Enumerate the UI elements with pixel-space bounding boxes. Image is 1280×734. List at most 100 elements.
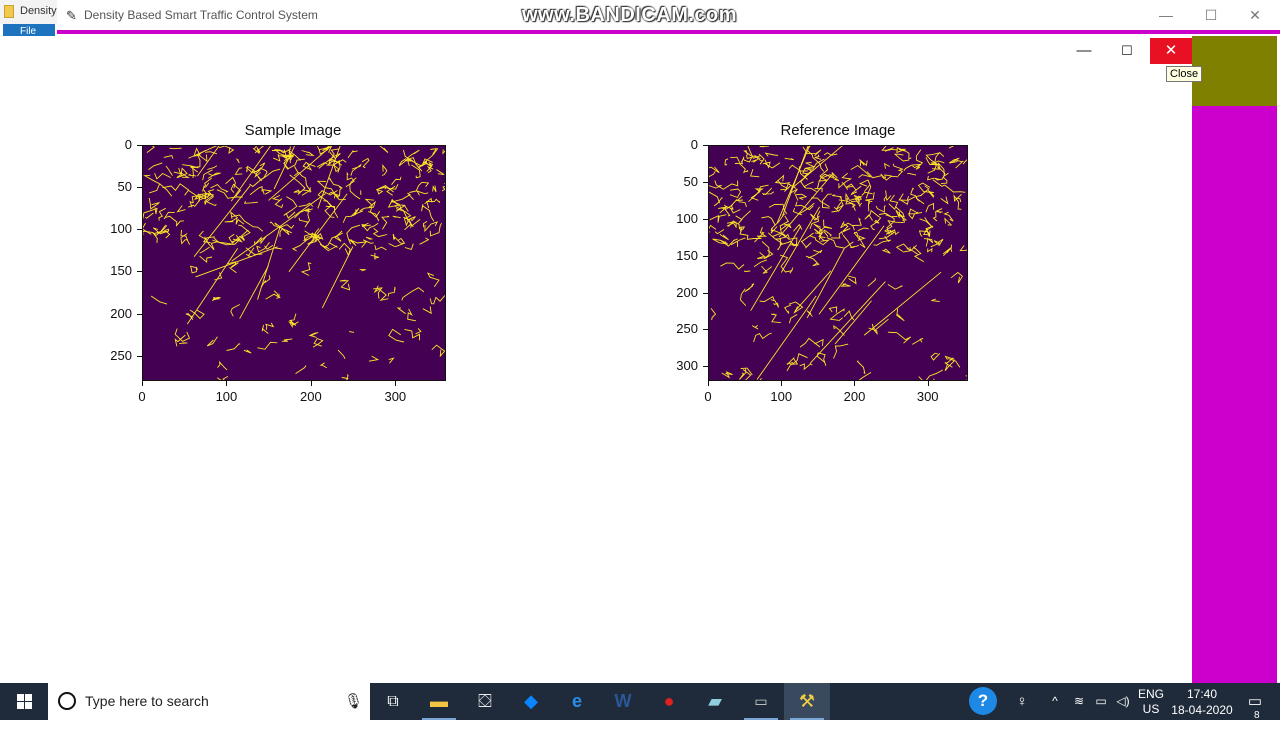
- edge-stroke: [219, 146, 233, 153]
- left-xtick-mark: [311, 381, 312, 386]
- edge-stroke: [935, 153, 945, 163]
- edge-stroke: [398, 308, 406, 314]
- start-button[interactable]: [0, 683, 48, 720]
- figure-close-button[interactable]: ✕: [1150, 38, 1192, 64]
- edge-stroke: [829, 307, 836, 313]
- edge-stroke: [852, 186, 862, 194]
- search-box[interactable]: Type here to search 🎙: [48, 683, 370, 720]
- edge-stroke: [294, 166, 298, 175]
- minimize-button[interactable]: —: [1151, 4, 1181, 26]
- left-ytick-label: 200: [102, 306, 132, 321]
- task-view-icon[interactable]: ⧉: [370, 683, 416, 720]
- edge-stroke: [736, 211, 751, 224]
- edge-stroke: [343, 209, 356, 223]
- store-icon[interactable]: ⛋: [462, 683, 508, 720]
- clock[interactable]: 17:40 18-04-2020: [1170, 683, 1234, 720]
- edge-stroke: [785, 158, 794, 159]
- right-xtick-label: 300: [908, 389, 948, 404]
- taskbar: Type here to search 🎙 ⧉ ▬ ⛋ ◆ e W ● ▰ ▭ …: [0, 683, 1280, 720]
- edge-stroke: [776, 176, 791, 184]
- background-menu-file[interactable]: File: [3, 24, 55, 36]
- notification-icon[interactable]: ▭8: [1240, 683, 1270, 720]
- notepad-icon[interactable]: ▰: [692, 683, 738, 720]
- terminal-icon[interactable]: ▭: [738, 683, 784, 720]
- edge-stroke: [752, 325, 758, 329]
- battery-icon[interactable]: ▭: [1090, 683, 1112, 720]
- chevron-up-icon[interactable]: ^: [1045, 683, 1065, 720]
- edge-stroke: [147, 146, 154, 153]
- edge-stroke: [963, 160, 967, 165]
- left-xtick-mark: [142, 381, 143, 386]
- edge-stroke: [822, 175, 839, 181]
- edge-stroke: [876, 206, 886, 212]
- edge-stroke: [149, 163, 163, 170]
- edge-stroke: [349, 240, 366, 248]
- windows-logo-icon: [0, 683, 48, 720]
- document-icon: [4, 5, 14, 18]
- file-explorer-icon[interactable]: ▬: [416, 683, 462, 720]
- edge-stroke: [393, 216, 401, 218]
- edge-stroke: [389, 329, 404, 342]
- edge-stroke: [339, 243, 350, 255]
- right-ytick-label: 0: [668, 137, 698, 152]
- edge-stroke: [710, 215, 727, 223]
- left-plot-title: Sample Image: [142, 122, 444, 139]
- edge-stroke: [780, 226, 789, 238]
- background-app-titlebar[interactable]: Density: [0, 0, 60, 24]
- edge-stroke: [960, 241, 968, 251]
- edge-stroke: [151, 296, 167, 304]
- people-icon[interactable]: ♀: [1010, 683, 1034, 720]
- edge-stroke: [933, 212, 942, 221]
- dropbox-icon[interactable]: ◆: [508, 683, 554, 720]
- edge-stroke: [428, 273, 439, 287]
- close-tooltip: Close: [1166, 66, 1202, 82]
- edge-stroke: [949, 160, 963, 169]
- left-ytick-mark: [137, 187, 142, 188]
- edge-stroke: [933, 180, 965, 193]
- edge-stroke: [882, 249, 890, 253]
- volume-icon[interactable]: ◁): [1112, 683, 1134, 720]
- left-xtick-mark: [226, 381, 227, 386]
- edge-stroke: [351, 165, 361, 176]
- edge-stroke: [313, 339, 323, 348]
- edge-stroke: [881, 174, 899, 180]
- edge-stroke: [225, 212, 238, 222]
- edge-stroke: [363, 240, 374, 244]
- figure-minimize-button[interactable]: —: [1063, 38, 1105, 64]
- python-idle-icon[interactable]: ⚒: [784, 683, 830, 720]
- help-icon[interactable]: ?: [966, 683, 1000, 720]
- right-ytick-label: 200: [668, 285, 698, 300]
- edge-stroke: [205, 178, 212, 187]
- edge-stroke: [943, 247, 951, 255]
- edge-stroke: [143, 230, 157, 243]
- right-ytick-mark: [703, 256, 708, 257]
- record-icon[interactable]: ●: [646, 683, 692, 720]
- edge-stroke: [739, 163, 748, 173]
- language-indicator[interactable]: ENG US: [1136, 683, 1166, 720]
- right-ytick-label: 150: [668, 248, 698, 263]
- edge-stroke: [145, 175, 172, 196]
- edge-stroke: [951, 273, 962, 284]
- figure-maximize-button[interactable]: ☐: [1106, 38, 1148, 64]
- edge-stroke: [760, 146, 769, 147]
- edge-stroke: [394, 193, 414, 202]
- left-ytick-mark: [137, 229, 142, 230]
- edge-stroke: [217, 362, 227, 370]
- network-icon[interactable]: ≋: [1068, 683, 1090, 720]
- word-icon[interactable]: W: [600, 683, 646, 720]
- edge-stroke: [774, 301, 779, 308]
- edge-stroke: [811, 198, 829, 207]
- edge-stroke: [824, 153, 837, 156]
- edge-line: [188, 146, 263, 158]
- edge-line: [232, 194, 326, 262]
- edge-stroke: [282, 339, 292, 341]
- right-ytick-mark: [703, 329, 708, 330]
- edge-stroke: [722, 372, 733, 377]
- edge-line: [289, 194, 347, 272]
- close-button[interactable]: ✕: [1240, 4, 1270, 26]
- right-ytick-mark: [703, 182, 708, 183]
- maximize-button[interactable]: ☐: [1196, 4, 1226, 26]
- edge-stroke: [800, 364, 813, 369]
- edge-icon[interactable]: e: [554, 683, 600, 720]
- microphone-icon[interactable]: 🎙: [344, 692, 363, 710]
